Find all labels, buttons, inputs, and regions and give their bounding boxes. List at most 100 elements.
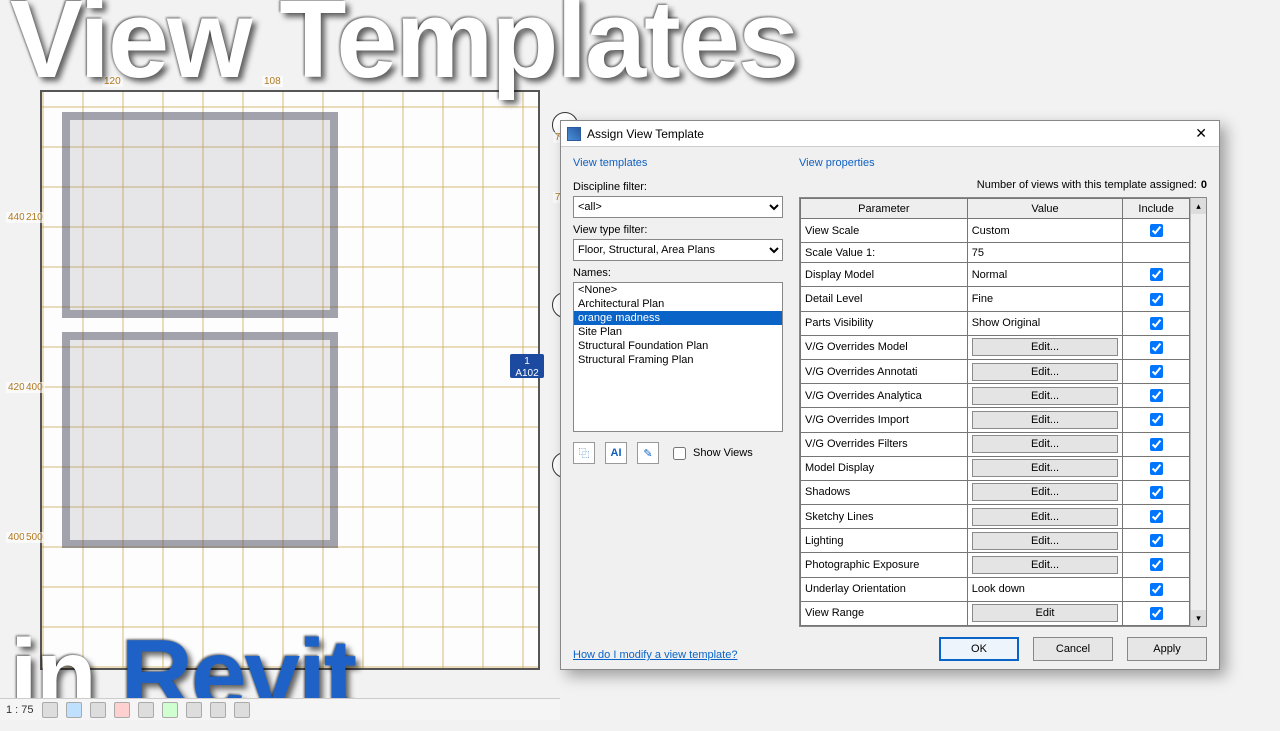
edit-button[interactable]: Edit... xyxy=(972,508,1119,526)
temp-hide-isolate-icon[interactable] xyxy=(210,702,226,718)
edit-button[interactable]: Edit xyxy=(972,604,1119,622)
reveal-hidden-icon[interactable] xyxy=(234,702,250,718)
dialog-titlebar[interactable]: Assign View Template ✕ xyxy=(561,121,1219,147)
param-cell: Lighting xyxy=(801,529,968,553)
include-cell[interactable] xyxy=(1123,287,1190,311)
value-cell[interactable]: Edit... xyxy=(967,553,1123,577)
rendering-icon[interactable] xyxy=(138,702,154,718)
value-cell[interactable]: Look down xyxy=(967,577,1123,601)
include-cell[interactable] xyxy=(1123,601,1190,625)
value-cell[interactable]: Normal xyxy=(967,263,1123,287)
value-cell[interactable]: Show Original xyxy=(967,311,1123,335)
value-cell[interactable]: 75 xyxy=(967,243,1123,263)
include-cell[interactable] xyxy=(1123,432,1190,456)
ok-button[interactable]: OK xyxy=(939,637,1019,661)
template-name-item[interactable]: orange madness xyxy=(574,311,782,325)
include-checkbox[interactable] xyxy=(1150,607,1163,620)
crop-view-icon[interactable] xyxy=(162,702,178,718)
scroll-down-icon[interactable]: ▾ xyxy=(1191,610,1206,626)
delete-template-icon[interactable]: ✎ xyxy=(637,442,659,464)
include-checkbox[interactable] xyxy=(1150,558,1163,571)
template-name-item[interactable]: Architectural Plan xyxy=(574,297,782,311)
table-scrollbar[interactable]: ▴ ▾ xyxy=(1190,198,1206,626)
include-cell[interactable] xyxy=(1123,219,1190,243)
apply-button[interactable]: Apply xyxy=(1127,637,1207,661)
discipline-filter-select[interactable]: <all> xyxy=(573,196,783,218)
value-cell[interactable]: Edit... xyxy=(967,480,1123,504)
crop-region-visible-icon[interactable] xyxy=(186,702,202,718)
include-cell[interactable] xyxy=(1123,480,1190,504)
scale-display[interactable]: 1 : 75 xyxy=(6,704,34,716)
detail-level-icon[interactable] xyxy=(42,702,58,718)
value-cell[interactable]: Fine xyxy=(967,287,1123,311)
cancel-button[interactable]: Cancel xyxy=(1033,637,1113,661)
include-cell[interactable] xyxy=(1123,360,1190,384)
include-checkbox[interactable] xyxy=(1150,462,1163,475)
close-icon[interactable]: ✕ xyxy=(1189,125,1213,142)
include-checkbox[interactable] xyxy=(1150,389,1163,402)
value-cell[interactable]: Edit... xyxy=(967,432,1123,456)
sun-path-icon[interactable] xyxy=(90,702,106,718)
include-checkbox[interactable] xyxy=(1150,317,1163,330)
include-checkbox[interactable] xyxy=(1150,413,1163,426)
include-checkbox[interactable] xyxy=(1150,268,1163,281)
edit-button[interactable]: Edit... xyxy=(972,556,1119,574)
rename-template-icon[interactable]: AI xyxy=(605,442,627,464)
edit-button[interactable]: Edit... xyxy=(972,459,1119,477)
include-checkbox[interactable] xyxy=(1150,365,1163,378)
value-cell[interactable]: Edit... xyxy=(967,505,1123,529)
include-checkbox[interactable] xyxy=(1150,510,1163,523)
section-tag[interactable]: 1A102 xyxy=(510,354,544,378)
value-cell[interactable]: Edit... xyxy=(967,384,1123,408)
col-include[interactable]: Include xyxy=(1123,199,1190,219)
value-cell[interactable]: Custom xyxy=(967,219,1123,243)
include-checkbox[interactable] xyxy=(1150,438,1163,451)
value-cell[interactable]: Edit... xyxy=(967,456,1123,480)
include-checkbox[interactable] xyxy=(1150,293,1163,306)
include-cell[interactable] xyxy=(1123,335,1190,359)
edit-button[interactable]: Edit... xyxy=(972,387,1119,405)
edit-button[interactable]: Edit... xyxy=(972,411,1119,429)
scroll-up-icon[interactable]: ▴ xyxy=(1191,198,1206,214)
include-cell[interactable] xyxy=(1123,577,1190,601)
include-cell[interactable] xyxy=(1123,553,1190,577)
edit-button[interactable]: Edit... xyxy=(972,435,1119,453)
col-value[interactable]: Value xyxy=(967,199,1123,219)
template-name-item[interactable]: Site Plan xyxy=(574,325,782,339)
value-cell[interactable]: Edit... xyxy=(967,335,1123,359)
help-link[interactable]: How do I modify a view template? xyxy=(573,635,783,661)
edit-button[interactable]: Edit... xyxy=(972,532,1119,550)
value-cell[interactable]: Edit... xyxy=(967,360,1123,384)
include-cell[interactable] xyxy=(1123,456,1190,480)
template-name-item[interactable]: Structural Framing Plan xyxy=(574,353,782,367)
include-cell[interactable] xyxy=(1123,243,1190,263)
include-cell[interactable] xyxy=(1123,384,1190,408)
visual-style-icon[interactable] xyxy=(66,702,82,718)
shadows-icon[interactable] xyxy=(114,702,130,718)
show-views-checkbox[interactable]: Show Views xyxy=(669,444,753,463)
floor-plan-view[interactable]: A B C 1A102 120 108 70 70 440 210 420 40… xyxy=(40,90,540,670)
edit-button[interactable]: Edit... xyxy=(972,338,1119,356)
view-type-filter-select[interactable]: Floor, Structural, Area Plans xyxy=(573,239,783,261)
include-checkbox[interactable] xyxy=(1150,583,1163,596)
template-name-item[interactable]: Structural Foundation Plan xyxy=(574,339,782,353)
show-views-input[interactable] xyxy=(673,447,686,460)
include-cell[interactable] xyxy=(1123,311,1190,335)
include-cell[interactable] xyxy=(1123,408,1190,432)
col-parameter[interactable]: Parameter xyxy=(801,199,968,219)
value-cell[interactable]: Edit xyxy=(967,601,1123,625)
include-cell[interactable] xyxy=(1123,263,1190,287)
edit-button[interactable]: Edit... xyxy=(972,363,1119,381)
template-names-list[interactable]: <None>Architectural Planorange madnessSi… xyxy=(573,282,783,432)
include-checkbox[interactable] xyxy=(1150,486,1163,499)
edit-button[interactable]: Edit... xyxy=(972,483,1119,501)
include-checkbox[interactable] xyxy=(1150,534,1163,547)
include-checkbox[interactable] xyxy=(1150,341,1163,354)
include-cell[interactable] xyxy=(1123,529,1190,553)
value-cell[interactable]: Edit... xyxy=(967,408,1123,432)
duplicate-template-icon[interactable]: ⿻ xyxy=(573,442,595,464)
include-cell[interactable] xyxy=(1123,505,1190,529)
include-checkbox[interactable] xyxy=(1150,224,1163,237)
value-cell[interactable]: Edit... xyxy=(967,529,1123,553)
template-name-item[interactable]: <None> xyxy=(574,283,782,297)
